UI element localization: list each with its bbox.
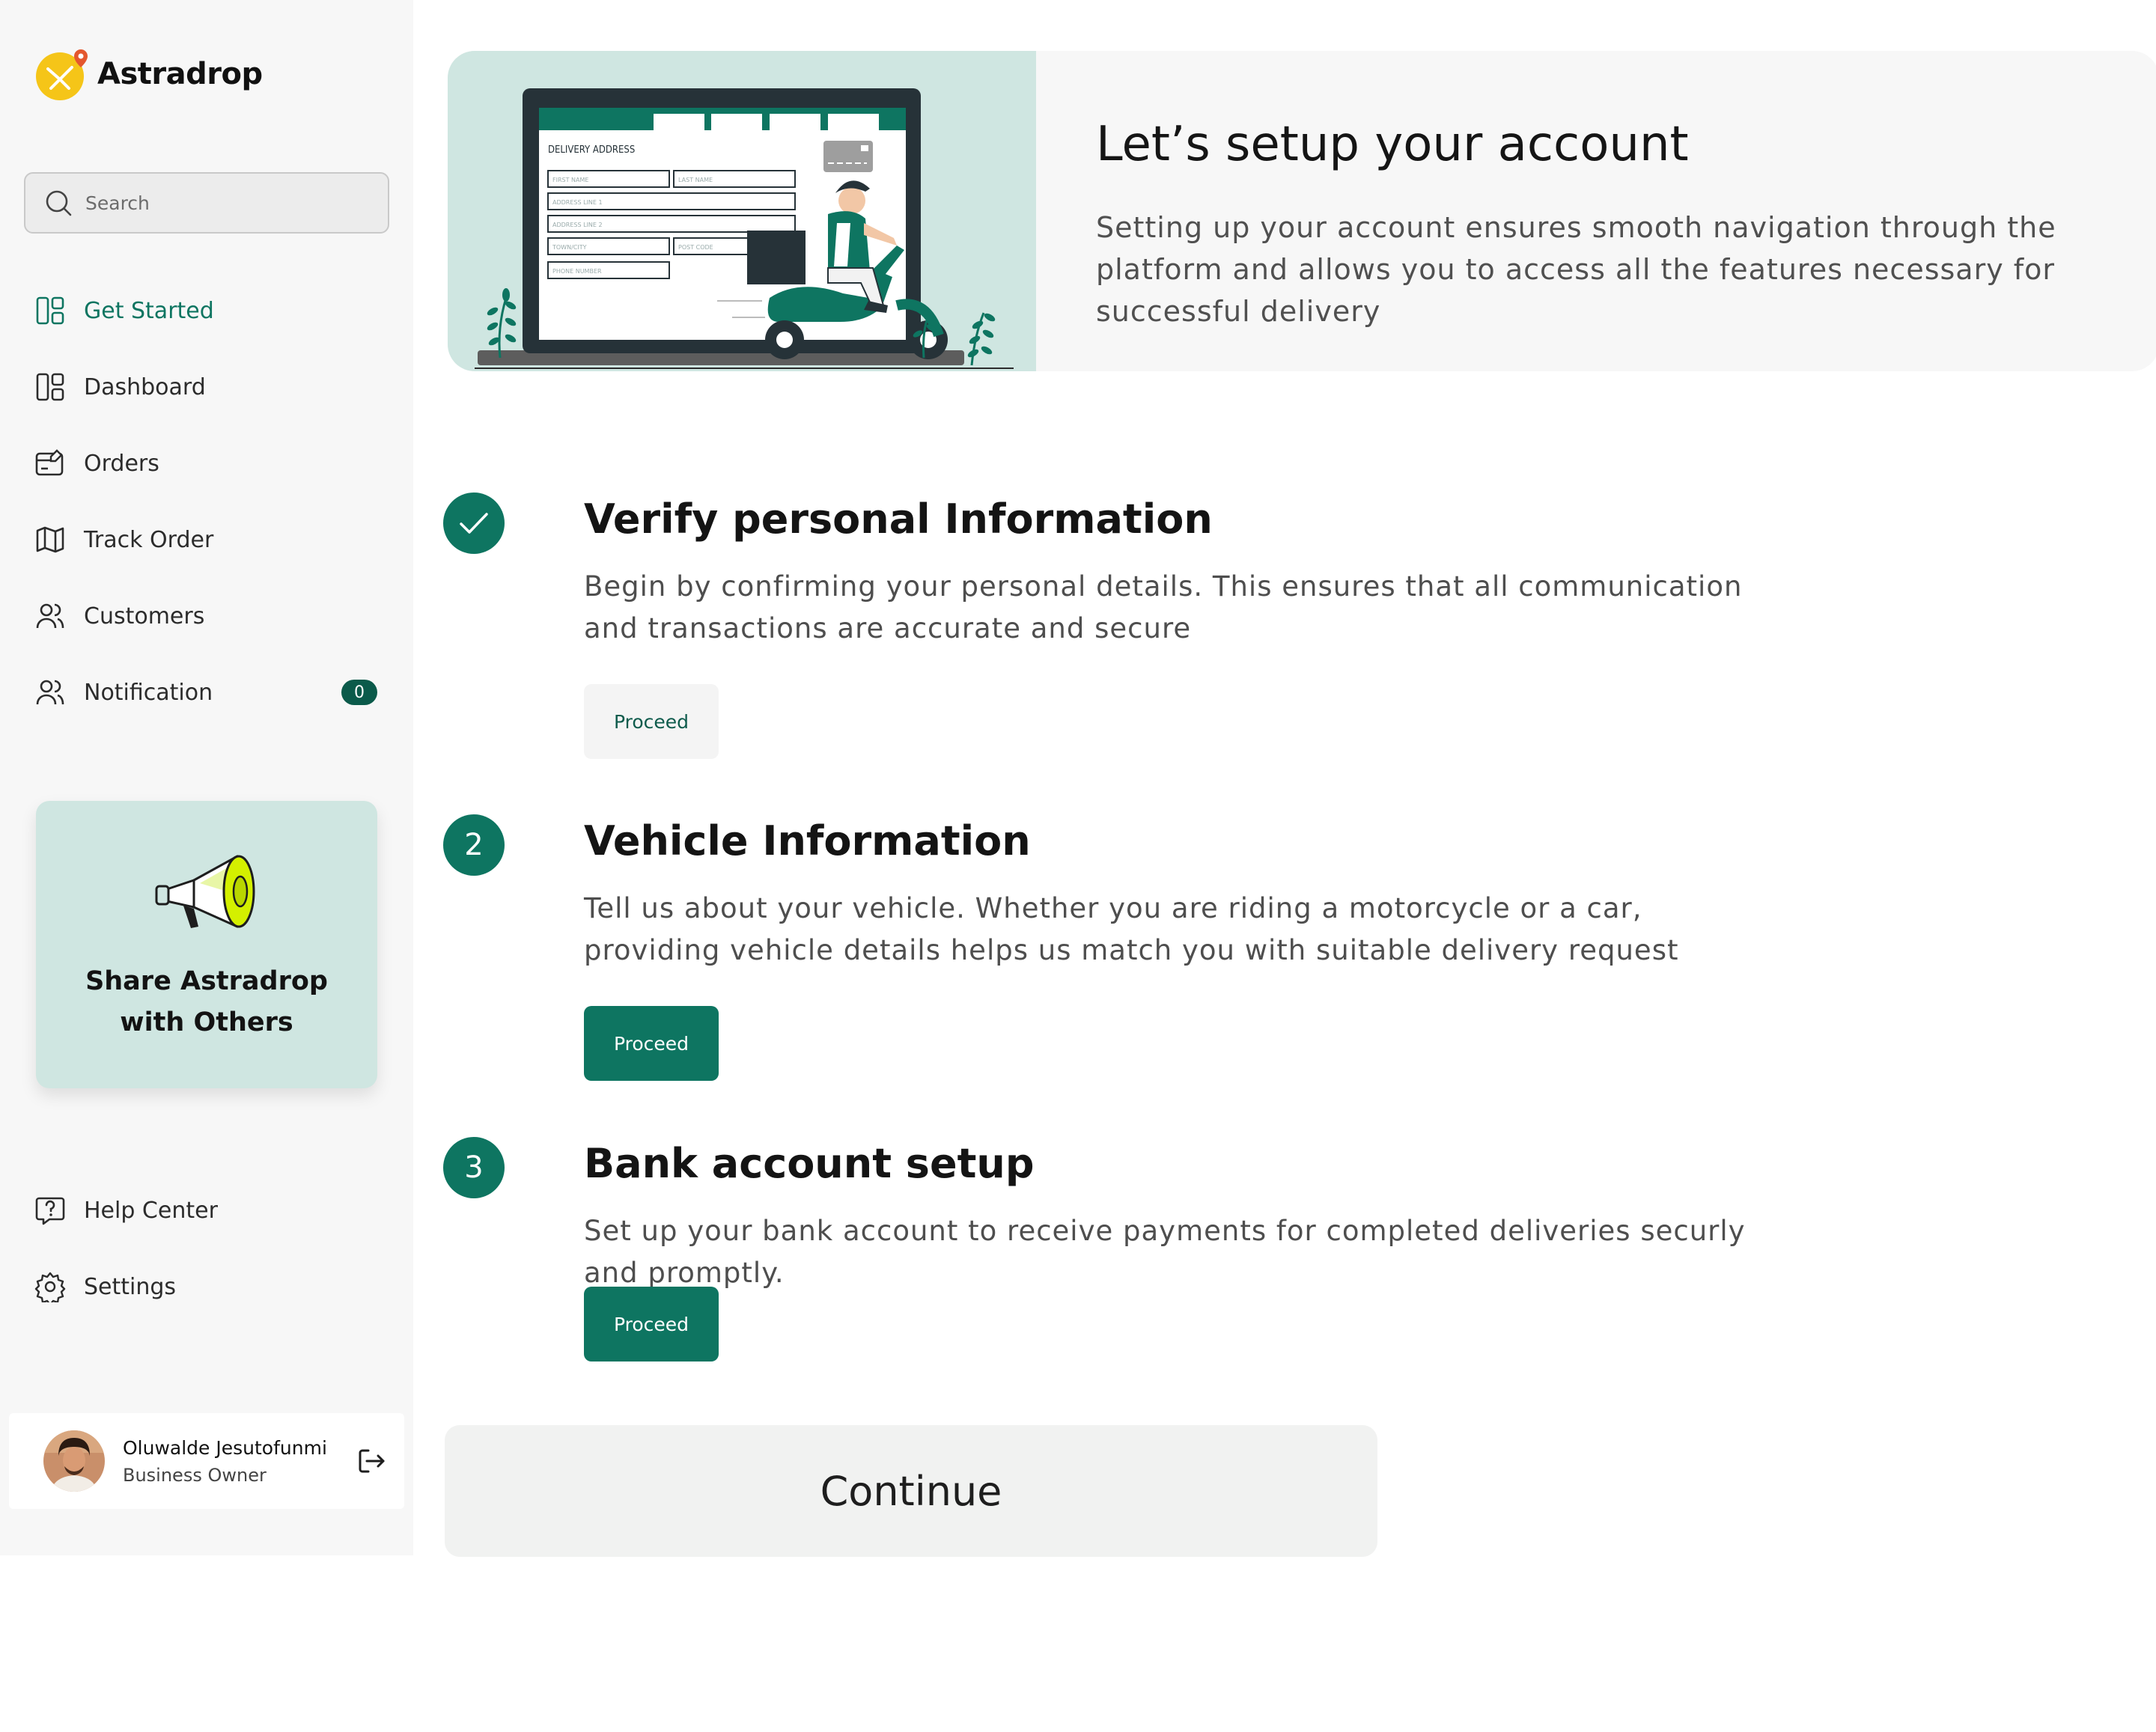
page-title: Let’s setup your account (1096, 117, 1689, 172)
help-icon (34, 1195, 66, 1226)
search-box[interactable] (24, 172, 389, 234)
user-profile-card[interactable]: Oluwalde Jesutofunmi Business Owner (9, 1413, 404, 1509)
megaphone-icon (155, 855, 255, 928)
sidebar-item-label: Customers (84, 603, 205, 629)
user-name: Oluwalde Jesutofunmi (123, 1436, 327, 1459)
sidebar-item-label: Help Center (84, 1197, 218, 1224)
step-description: Begin by confirming your personal detail… (584, 570, 1743, 644)
form-town: TOWN/CITY (552, 244, 587, 251)
sidebar-item-label: Settings (84, 1273, 177, 1300)
sidebar-item-label: Orders (84, 450, 159, 477)
form-last-name: LAST NAME (678, 177, 713, 183)
setup-hero-banner: DELIVERY ADDRESS FIRST NAME LAST NAME AD… (448, 51, 2156, 371)
users-icon (34, 677, 66, 708)
form-post-code: POST CODE (678, 244, 713, 251)
form-address-1: ADDRESS LINE 1 (552, 199, 603, 206)
sidebar-item-orders[interactable]: Orders (34, 425, 386, 501)
step-title: Bank account setup (584, 1140, 1035, 1187)
step-description: Set up your bank account to receive paym… (584, 1215, 1746, 1289)
sidebar-nav: Get Started Dashboard Orders Track Order… (34, 272, 386, 731)
user-role: Business Owner (123, 1464, 267, 1486)
sidebar-item-track-order[interactable]: Track Order (34, 501, 386, 578)
sidebar-item-notification[interactable]: Notification 0 (34, 654, 386, 731)
step-number: 3 (443, 1137, 505, 1198)
users-icon (34, 600, 66, 632)
logo[interactable]: Astradrop (34, 46, 263, 102)
sidebar-item-help-center[interactable]: Help Center (34, 1172, 386, 1248)
app-name: Astradrop (97, 57, 263, 91)
proceed-button[interactable]: Proceed (584, 684, 719, 759)
proceed-button[interactable]: Proceed (584, 1006, 719, 1081)
proceed-button[interactable]: Proceed (584, 1287, 719, 1361)
sidebar-item-get-started[interactable]: Get Started (34, 272, 386, 349)
page-description: Setting up your account ensures smooth n… (1096, 211, 2056, 328)
sidebar-bottom-nav: Help Center Settings (34, 1172, 386, 1325)
step-number: 2 (443, 814, 505, 876)
search-input[interactable] (85, 192, 370, 214)
gear-icon (34, 1271, 66, 1302)
form-address-2: ADDRESS LINE 2 (552, 222, 603, 228)
map-icon (34, 524, 66, 555)
sidebar: Astradrop Get Started Dashboard Orders (0, 0, 413, 1555)
search-icon (46, 190, 72, 216)
continue-button[interactable]: Continue (445, 1425, 1377, 1557)
step-description: Tell us about your vehicle. Whether you … (584, 892, 1679, 966)
step-complete-check-icon (443, 493, 505, 554)
delivery-illustration: DELIVERY ADDRESS FIRST NAME LAST NAME AD… (448, 51, 1036, 371)
sidebar-item-dashboard[interactable]: Dashboard (34, 349, 386, 425)
sidebar-item-label: Track Order (84, 526, 214, 553)
avatar[interactable] (43, 1430, 105, 1492)
form-phone: PHONE NUMBER (552, 268, 602, 275)
step-title: Verify personal Information (584, 495, 1213, 543)
layout-icon (34, 371, 66, 403)
form-first-name: FIRST NAME (552, 177, 588, 183)
step-title: Vehicle Information (584, 817, 1031, 865)
notification-badge: 0 (341, 680, 377, 705)
sidebar-item-label: Get Started (84, 297, 214, 324)
sidebar-item-label: Dashboard (84, 373, 206, 400)
share-card[interactable]: Share Astradrop with Others (36, 801, 377, 1088)
sidebar-item-customers[interactable]: Customers (34, 578, 386, 654)
sidebar-item-label: Notification (84, 679, 213, 706)
logout-icon[interactable] (355, 1445, 388, 1478)
share-card-text: Share Astradrop with Others (85, 966, 328, 1037)
form-heading: DELIVERY ADDRESS (548, 144, 635, 156)
orders-icon (34, 448, 66, 479)
astradrop-logo-icon (34, 46, 90, 102)
sidebar-item-settings[interactable]: Settings (34, 1248, 386, 1325)
layout-icon (34, 295, 66, 326)
